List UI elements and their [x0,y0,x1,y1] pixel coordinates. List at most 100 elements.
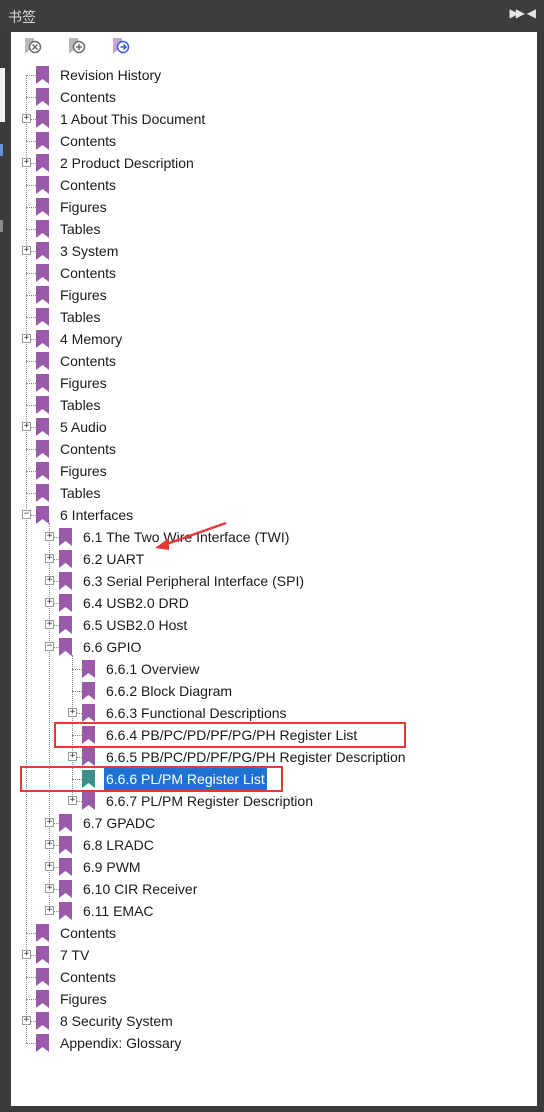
expand-icon[interactable]: + [45,532,54,541]
bookmark-label[interactable]: Appendix: Glossary [58,1032,183,1054]
expand-icon[interactable]: + [22,950,31,959]
bookmark-label[interactable]: 6.2 UART [81,548,146,570]
bookmark-label[interactable]: 6.8 LRADC [81,834,156,856]
bookmark-label[interactable]: 6.6.7 PL/PM Register Description [104,790,315,812]
bookmark-item[interactable]: − 6.6 GPIO [11,636,537,658]
bookmark-label[interactable]: Contents [58,922,118,944]
bookmark-item[interactable]: 6.6.2 Block Diagram [11,680,537,702]
expand-icon[interactable]: + [45,576,54,585]
bookmark-item[interactable]: 6.6.1 Overview [11,658,537,680]
bookmark-label[interactable]: 6.9 PWM [81,856,143,878]
bookmark-label[interactable]: 6 Interfaces [58,504,135,526]
expand-icon[interactable]: + [22,246,31,255]
bookmark-item[interactable]: +4 Memory [11,328,537,350]
bookmark-label[interactable]: Figures [58,372,109,394]
bookmark-item[interactable]: Contents [11,262,537,284]
expand-icon[interactable]: + [45,884,54,893]
bookmark-item[interactable]: +6.7 GPADC [11,812,537,834]
expand-icon[interactable]: + [45,554,54,563]
add-bookmark-button[interactable] [65,36,87,58]
bookmark-item[interactable]: Contents [11,922,537,944]
bookmark-label[interactable]: Figures [58,460,109,482]
bookmark-item[interactable]: +6.8 LRADC [11,834,537,856]
bookmark-item[interactable]: +1 About This Document [11,108,537,130]
bookmark-item[interactable]: +6.9 PWM [11,856,537,878]
expand-icon[interactable]: + [22,422,31,431]
bookmark-label[interactable]: Figures [58,196,109,218]
bookmark-label[interactable]: 6.10 CIR Receiver [81,878,199,900]
bookmark-label[interactable]: 6.3 Serial Peripheral Interface (SPI) [81,570,306,592]
bookmark-label[interactable]: 6.6.3 Functional Descriptions [104,702,289,724]
bookmark-item[interactable]: +7 TV [11,944,537,966]
bookmark-label[interactable]: 6.6.5 PB/PC/PD/PF/PG/PH Register Descrip… [104,746,408,768]
bookmark-item[interactable]: Tables [11,394,537,416]
bookmark-label[interactable]: 6.5 USB2.0 Host [81,614,189,636]
bookmark-label[interactable]: 6.4 USB2.0 DRD [81,592,191,614]
bookmark-item[interactable]: Figures [11,372,537,394]
bookmark-label[interactable]: 7 TV [58,944,91,966]
bookmark-item[interactable]: +6.6.5 PB/PC/PD/PF/PG/PH Register Descri… [11,746,537,768]
bookmark-item[interactable]: +6.2 UART [11,548,537,570]
bookmark-label[interactable]: Contents [58,174,118,196]
bookmark-label[interactable]: 2 Product Description [58,152,196,174]
expand-icon[interactable]: + [45,818,54,827]
bookmark-label[interactable]: Tables [58,482,102,504]
bookmark-label[interactable]: 4 Memory [58,328,124,350]
expand-icon[interactable]: + [22,334,31,343]
expand-icon[interactable]: + [22,158,31,167]
bookmark-label[interactable]: Tables [58,394,102,416]
expand-icon[interactable]: + [68,752,77,761]
bookmark-label[interactable]: 6.6.1 Overview [104,658,201,680]
bookmark-item[interactable]: +8 Security System [11,1010,537,1032]
bookmark-item[interactable]: Figures [11,284,537,306]
bookmark-label[interactable]: 1 About This Document [58,108,207,130]
bookmark-item[interactable]: +3 System [11,240,537,262]
bookmark-label[interactable]: Figures [58,988,109,1010]
collapse-panel-icon[interactable]: ◀ [527,6,536,20]
expand-icon[interactable]: + [68,796,77,805]
bookmark-label[interactable]: 6.6.2 Block Diagram [104,680,234,702]
bookmark-label[interactable]: Contents [58,262,118,284]
bookmark-label[interactable]: Tables [58,218,102,240]
bookmark-item[interactable]: Revision History [11,64,537,86]
expand-icon[interactable]: + [22,114,31,123]
bookmark-item[interactable]: +6.11 EMAC [11,900,537,922]
bookmark-item[interactable]: Tables [11,218,537,240]
expand-icon[interactable]: + [45,598,54,607]
bookmark-label[interactable]: Figures [58,284,109,306]
expand-icon[interactable]: + [45,840,54,849]
go-to-bookmark-button[interactable] [109,36,131,58]
bookmark-item[interactable]: Contents [11,438,537,460]
bookmark-item[interactable]: +6.1 The Two Wire Interface (TWI) [11,526,537,548]
bookmark-item[interactable]: Figures [11,988,537,1010]
bookmark-item[interactable]: Contents [11,130,537,152]
bookmark-item[interactable]: Appendix: Glossary [11,1032,537,1054]
bookmark-item[interactable]: Contents [11,174,537,196]
bookmark-label[interactable]: 6.6 GPIO [81,636,143,658]
delete-bookmark-button[interactable] [21,36,43,58]
bookmark-item[interactable]: Contents [11,966,537,988]
expand-icon[interactable]: + [45,906,54,915]
bookmark-item[interactable]: +6.4 USB2.0 DRD [11,592,537,614]
bookmark-item[interactable]: Tables [11,306,537,328]
expand-icon[interactable]: + [22,1016,31,1025]
collapse-icon[interactable]: − [45,642,54,651]
expand-icon[interactable]: + [45,620,54,629]
bookmark-label[interactable]: Revision History [58,64,163,86]
bookmark-item[interactable]: +6.5 USB2.0 Host [11,614,537,636]
expand-icon[interactable]: + [68,708,77,717]
bookmark-label[interactable]: Contents [58,350,118,372]
bookmark-label[interactable]: 6.7 GPADC [81,812,157,834]
bookmark-label[interactable]: 8 Security System [58,1010,175,1032]
expand-icon[interactable]: + [45,862,54,871]
bookmark-label[interactable]: Contents [58,86,118,108]
collapse-icon[interactable]: − [22,510,31,519]
bookmark-label[interactable]: 5 Audio [58,416,109,438]
bookmark-item[interactable]: +6.3 Serial Peripheral Interface (SPI) [11,570,537,592]
bookmark-item[interactable]: Figures [11,460,537,482]
bookmarks-tab[interactable] [0,68,5,122]
bookmark-item[interactable]: +6.6.7 PL/PM Register Description [11,790,537,812]
bookmark-item[interactable]: +2 Product Description [11,152,537,174]
bookmark-item[interactable]: Figures [11,196,537,218]
bookmark-item[interactable]: Tables [11,482,537,504]
